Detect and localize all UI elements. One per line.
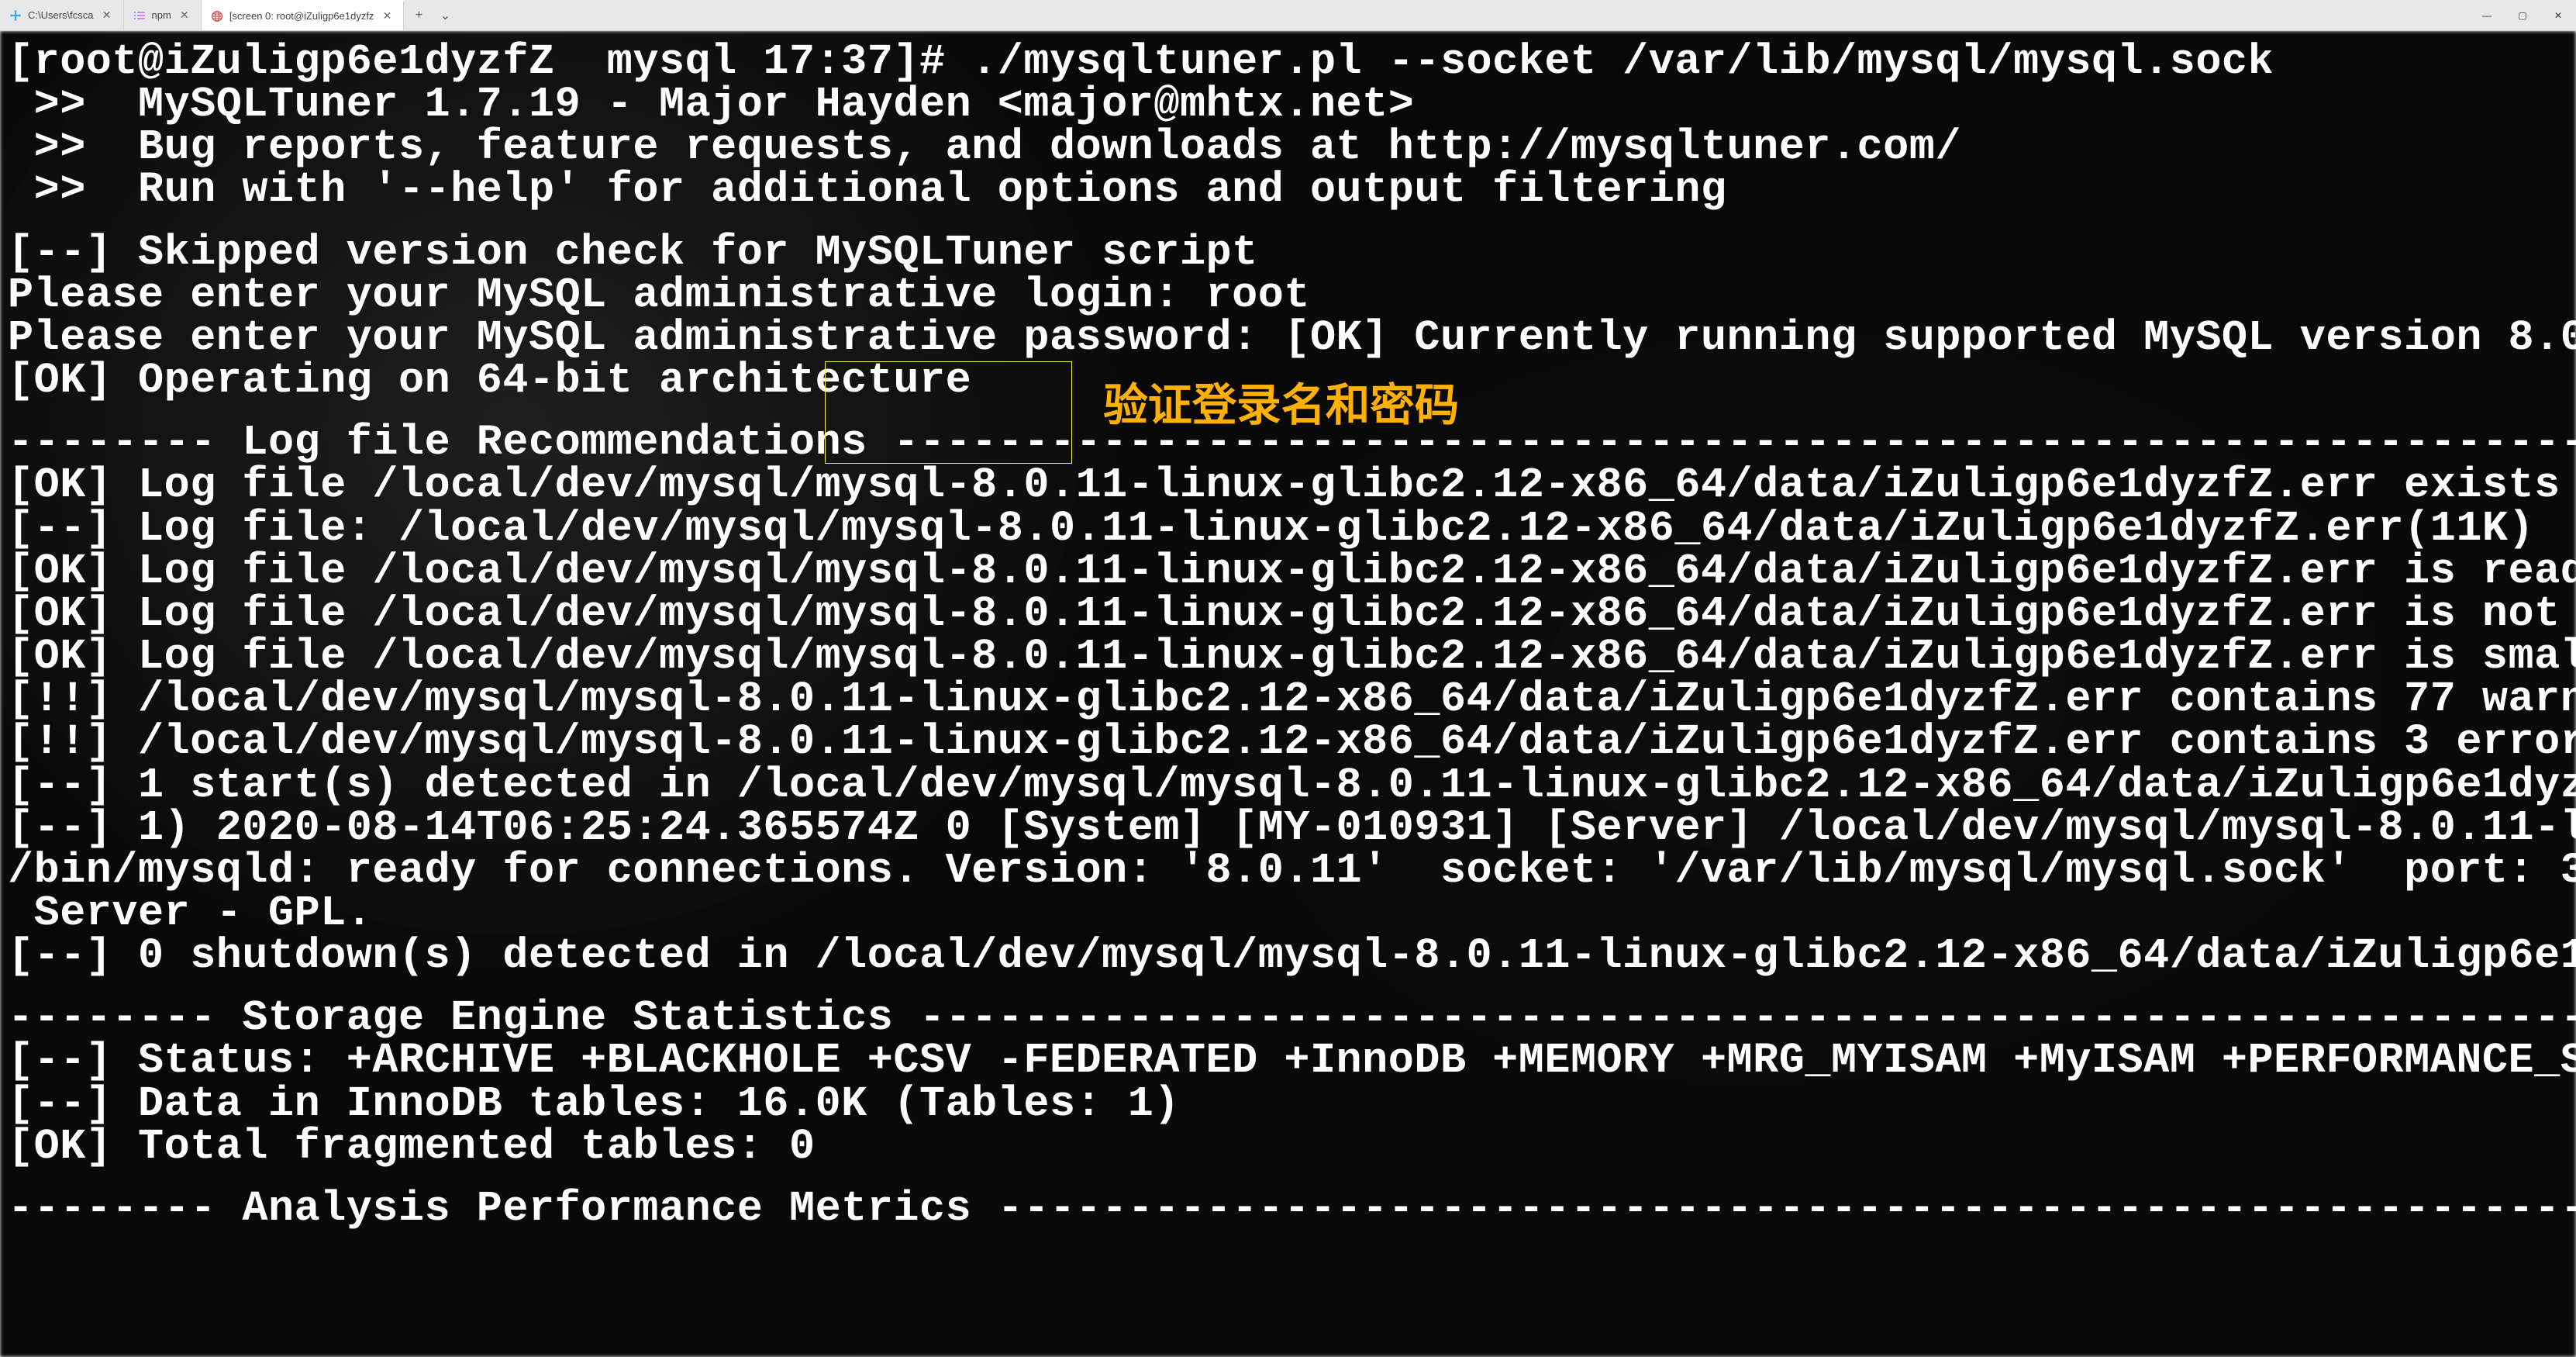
terminal-line: [OK] Log file /local/dev/mysql/mysql-8.0… [8,550,2568,592]
maximize-button[interactable]: ▢ [2505,0,2540,30]
title-bar: C:\Users\fcsca ✕ npm ✕ [0,0,2576,31]
terminal-line: [--] Data in InnoDB tables: 16.0K (Table… [8,1082,2568,1125]
terminal-line: [OK] Total fragmented tables: 0 [8,1125,2568,1168]
terminal-line: [--] 1 start(s) detected in /local/dev/m… [8,764,2568,806]
new-tab-button[interactable]: + [407,0,430,30]
tab-label: npm [152,9,171,21]
terminal-line: /bin/mysqld: ready for connections. Vers… [8,849,2568,892]
terminal-viewport[interactable]: [root@iZuligp6e1dyzfZ mysql 17:37]# ./my… [0,31,2576,1357]
terminal-line: [!!] /local/dev/mysql/mysql-8.0.11-linux… [8,678,2568,720]
terminal-line: [--] 1) 2020-08-14T06:25:24.365574Z 0 [S… [8,806,2568,849]
globe-icon [211,10,223,22]
terminal-line: [--] Status: +ARCHIVE +BLACKHOLE +CSV -F… [8,1039,2568,1082]
app-window: C:\Users\fcsca ✕ npm ✕ [0,0,2576,1357]
terminal-line: Please enter your MySQL administrative p… [8,316,2568,359]
terminal-line: -------- Analysis Performance Metrics --… [8,1187,2568,1230]
close-icon[interactable]: ✕ [380,9,394,23]
terminal-line: >> Bug reports, feature requests, and do… [8,126,2568,168]
terminal-line: [--] Skipped version check for MySQLTune… [8,231,2568,274]
terminal-line: [--] Log file: /local/dev/mysql/mysql-8.… [8,507,2568,550]
tab-dropdown-button[interactable]: ⌄ [433,0,457,30]
terminal-line: [!!] /local/dev/mysql/mysql-8.0.11-linux… [8,720,2568,763]
terminal-line: [OK] Log file /local/dev/mysql/mysql-8.0… [8,592,2568,635]
tab-explorer[interactable]: C:\Users\fcsca ✕ [0,0,124,30]
tab-label: [screen 0: root@iZuligp6e1dyzfz [229,10,374,22]
terminal-line: >> MySQLTuner 1.7.19 - Major Hayden <maj… [8,83,2568,126]
terminal-line: Please enter your MySQL administrative l… [8,274,2568,316]
move-icon [9,9,22,22]
window-controls: — ▢ ✕ [2469,0,2576,30]
terminal-line: Server - GPL. [8,892,2568,934]
annotation-label: 验证登录名和密码 [1103,368,1459,433]
terminal-line: [OK] Log file /local/dev/mysql/mysql-8.0… [8,635,2568,678]
terminal-line: [OK] Log file /local/dev/mysql/mysql-8.0… [8,464,2568,506]
tab-npm[interactable]: npm ✕ [124,0,202,30]
terminal-line: -------- Storage Engine Statistics -----… [8,996,2568,1039]
close-icon[interactable]: ✕ [100,9,114,22]
close-window-button[interactable]: ✕ [2540,0,2576,30]
terminal-line: >> Run with '--help' for additional opti… [8,168,2568,211]
terminal-line: [--] 0 shutdown(s) detected in /local/de… [8,934,2568,977]
close-icon[interactable]: ✕ [178,9,191,22]
terminal-line: [root@iZuligp6e1dyzfZ mysql 17:37]# ./my… [8,40,2568,83]
tab-label: C:\Users\fcsca [28,9,94,21]
list-icon [133,9,146,22]
terminal-output: [root@iZuligp6e1dyzfZ mysql 17:37]# ./my… [0,31,2576,1239]
tab-screen-root[interactable]: [screen 0: root@iZuligp6e1dyzfz ✕ [202,0,405,30]
tab-actions: + ⌄ [404,0,460,30]
tab-strip: C:\Users\fcsca ✕ npm ✕ [0,0,2469,30]
minimize-button[interactable]: — [2469,0,2505,30]
